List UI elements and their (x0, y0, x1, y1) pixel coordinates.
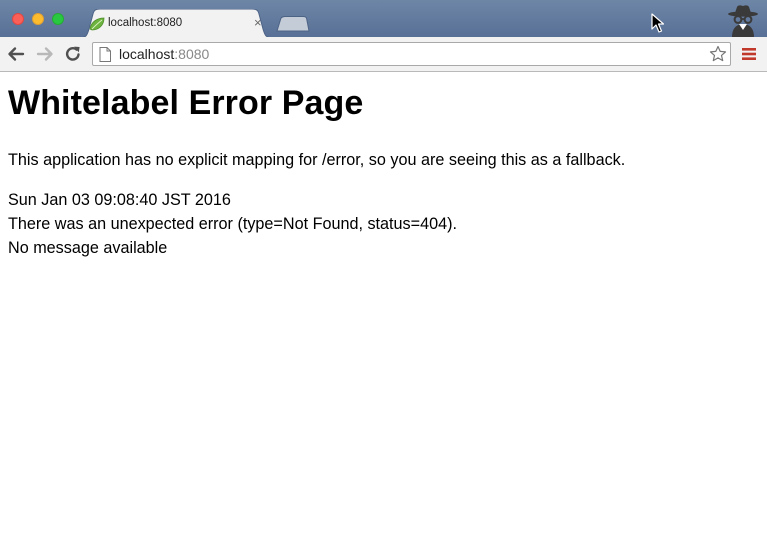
tab-close-icon[interactable]: × (254, 16, 262, 30)
page-icon (99, 47, 111, 62)
error-detail: There was an unexpected error (type=Not … (8, 215, 458, 233)
back-arrow-icon[interactable] (6, 44, 26, 64)
new-tab-button[interactable] (276, 16, 310, 32)
error-message: No message available (8, 239, 168, 257)
url-port: :8080 (174, 46, 210, 62)
error-timestamp: Sun Jan 03 09:08:40 JST 2016 (8, 191, 231, 209)
spring-leaf-icon (89, 17, 105, 31)
forward-arrow-icon[interactable] (35, 44, 55, 64)
window-close-button[interactable] (12, 13, 24, 25)
page-content: Whitelabel Error Page This application h… (0, 72, 767, 549)
mouse-cursor-icon (651, 13, 665, 33)
incognito-icon (728, 5, 758, 37)
browser-toolbar: localhost:8080 (0, 37, 767, 72)
tab-localhost[interactable]: localhost:8080 × (78, 9, 274, 38)
browser-window: localhost:8080 × localhost:8080 Whitelab… (0, 0, 767, 549)
window-zoom-button[interactable] (52, 13, 64, 25)
window-minimize-button[interactable] (32, 13, 44, 25)
address-bar[interactable]: localhost:8080 (92, 42, 731, 66)
error-explanation: This application has no explicit mapping… (8, 151, 626, 169)
title-bar: localhost:8080 × (0, 0, 767, 38)
reload-icon[interactable] (63, 44, 83, 64)
url-text[interactable]: localhost:8080 (119, 46, 209, 62)
hamburger-menu-icon[interactable] (742, 47, 756, 61)
url-host: localhost (119, 46, 175, 62)
page-title: Whitelabel Error Page (8, 84, 364, 122)
tab-title: localhost:8080 (108, 17, 183, 29)
star-icon[interactable] (709, 45, 727, 63)
